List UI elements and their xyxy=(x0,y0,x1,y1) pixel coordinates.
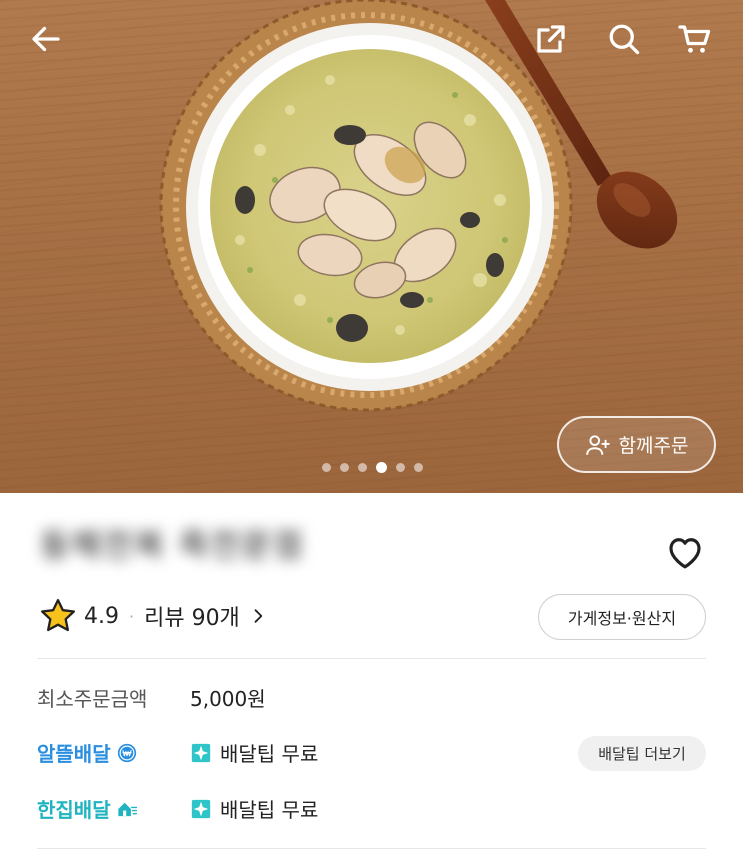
carousel-dot[interactable] xyxy=(414,463,423,472)
rating-row: 4.9 · 리뷰 90개 xyxy=(38,596,268,636)
delivery-type-label: 한집배달 xyxy=(37,798,111,822)
cart-icon xyxy=(678,25,711,53)
sparkle-badge-icon xyxy=(190,798,212,820)
group-order-label: 함께주문 xyxy=(618,435,689,457)
favorite-button[interactable] xyxy=(664,531,706,573)
carousel-dot-active[interactable] xyxy=(376,462,387,473)
rating-value: 4.9 xyxy=(84,603,119,629)
min-order-value: 5,000원 xyxy=(190,687,266,711)
search-button[interactable] xyxy=(603,18,645,60)
carousel-dot[interactable] xyxy=(322,463,331,472)
reviews-link[interactable]: 리뷰 90개 xyxy=(144,600,268,632)
delivery-tip-saver: 배달팁 무료 xyxy=(190,738,318,767)
delivery-tip-single: 배달팁 무료 xyxy=(190,794,318,823)
divider xyxy=(37,848,706,849)
store-name: 동해전복 죽전문점 xyxy=(40,526,305,564)
delivery-type-single: 한집배달 xyxy=(37,794,138,823)
store-hero-image: 함께주문 xyxy=(0,0,743,493)
min-order-label: 최소주문금액 xyxy=(37,687,148,711)
search-icon xyxy=(609,24,640,55)
more-delivery-tips-button[interactable]: 배달팁 더보기 xyxy=(578,736,706,771)
star-icon xyxy=(38,596,78,636)
carousel-dot[interactable] xyxy=(396,463,405,472)
share-button[interactable] xyxy=(530,18,572,60)
store-info-button[interactable]: 가게정보·원산지 xyxy=(538,594,706,640)
delivery-tip-label: 배달팁 무료 xyxy=(220,798,319,822)
back-arrow-icon xyxy=(32,26,60,52)
delivery-type-saver: 알뜰배달 xyxy=(37,738,138,767)
back-button[interactable] xyxy=(25,18,67,60)
heart-icon xyxy=(669,538,701,569)
chevron-right-icon xyxy=(254,609,263,623)
separator-dot: · xyxy=(129,606,135,626)
add-person-icon xyxy=(585,434,610,455)
delivery-type-label: 알뜰배달 xyxy=(37,742,111,766)
home-fast-icon xyxy=(116,798,138,820)
delivery-tip-label: 배달팁 무료 xyxy=(220,742,319,766)
reviews-label: 리뷰 90개 xyxy=(144,606,240,631)
cart-button[interactable] xyxy=(674,18,716,60)
sparkle-badge-icon xyxy=(190,742,212,764)
group-order-button[interactable]: 함께주문 xyxy=(557,416,716,473)
coin-icon xyxy=(116,742,138,764)
carousel-dot[interactable] xyxy=(358,463,367,472)
carousel-indicator xyxy=(322,462,423,473)
share-icon xyxy=(537,25,565,53)
carousel-dot[interactable] xyxy=(340,463,349,472)
divider xyxy=(37,658,706,659)
